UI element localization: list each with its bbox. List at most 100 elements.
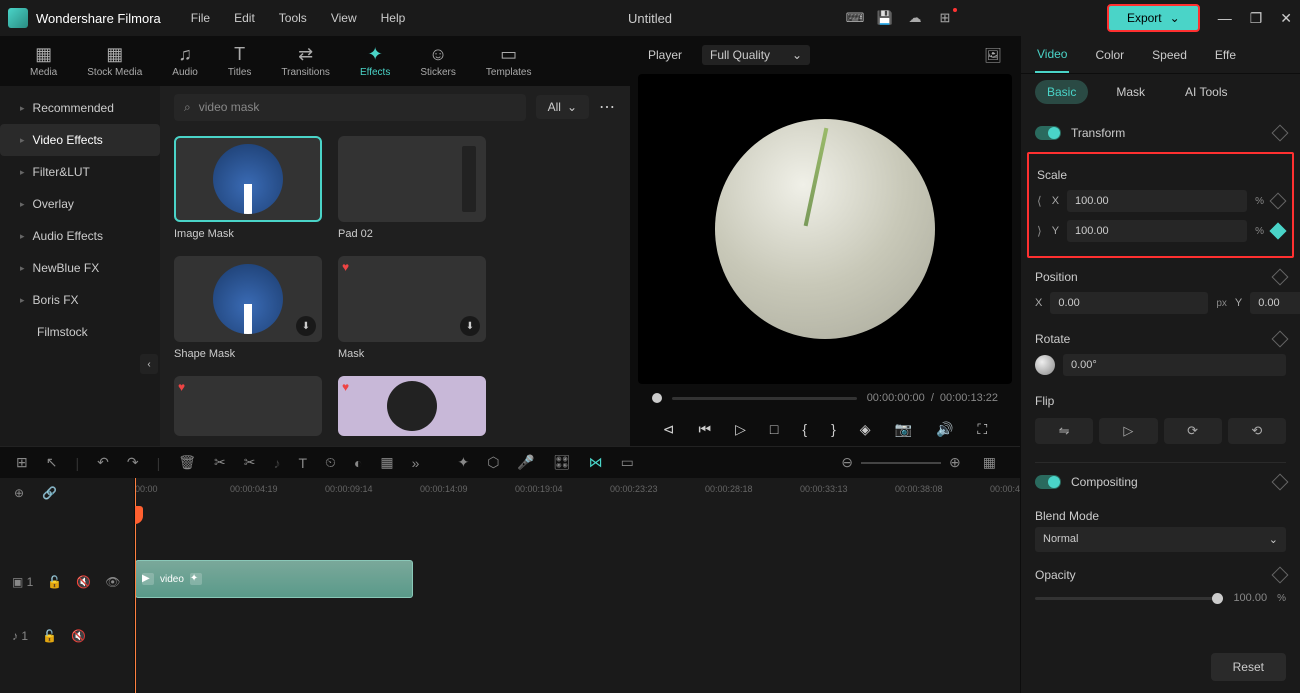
mixer-icon[interactable]: 🎛 — [553, 454, 571, 471]
zoom-in-icon[interactable]: ⊕ — [949, 454, 961, 471]
keyframe-icon[interactable] — [1270, 193, 1287, 210]
thumb-item[interactable]: ♥ — [338, 376, 486, 436]
shield-icon[interactable]: ⬡ — [487, 454, 499, 471]
keyframe-icon[interactable] — [1272, 331, 1289, 348]
tab-titles[interactable]: TTitles — [218, 40, 262, 82]
music-icon[interactable]: ♪ — [273, 455, 280, 471]
more-icon[interactable]: ⋯ — [599, 97, 616, 117]
marker-icon[interactable]: ◈ — [860, 421, 871, 438]
blend-mode-select[interactable]: Normal⌄ — [1035, 527, 1286, 552]
lock-icon[interactable]: 🔓 — [47, 575, 62, 589]
timeline-tracks[interactable]: 00:00 00:00:04:19 00:00:09:14 00:00:14:0… — [135, 478, 1020, 693]
scale-y-input[interactable] — [1067, 220, 1247, 242]
ruler[interactable]: 00:00 00:00:04:19 00:00:09:14 00:00:14:0… — [135, 478, 1020, 508]
menu-help[interactable]: Help — [381, 11, 406, 25]
subtab-mask[interactable]: Mask — [1104, 80, 1157, 104]
tab-transitions[interactable]: ⇄Transitions — [271, 40, 340, 82]
thumb-mask[interactable]: ♥⬇Mask — [338, 256, 486, 360]
fit-icon[interactable]: ▦ — [983, 454, 996, 471]
tab-speed[interactable]: Speed — [1150, 38, 1189, 72]
tab-audio[interactable]: ♫Audio — [162, 40, 208, 82]
zoom-out-icon[interactable]: ⊖ — [841, 454, 853, 471]
cloud-icon[interactable]: ☁ — [907, 10, 923, 26]
keyframe-icon[interactable] — [1272, 567, 1289, 584]
tab-effects[interactable]: ✦Effects — [350, 40, 400, 82]
mark-in-icon[interactable]: { — [802, 421, 807, 437]
tab-effect[interactable]: Effe — [1213, 38, 1238, 72]
filter-dropdown[interactable]: All⌄ — [536, 95, 589, 119]
collapse-sidebar[interactable]: ‹ — [140, 354, 158, 374]
delete-icon[interactable]: 🗑 — [178, 454, 196, 471]
camera-icon[interactable]: 📷 — [895, 421, 912, 438]
menu-edit[interactable]: Edit — [234, 11, 255, 25]
keyframe-icon[interactable] — [1272, 474, 1289, 491]
mic-icon[interactable]: 🎤 — [517, 454, 534, 471]
quality-dropdown[interactable]: Full Quality — [702, 45, 810, 65]
tab-video[interactable]: Video — [1035, 37, 1069, 73]
zoom-slider[interactable] — [861, 462, 941, 464]
reset-button[interactable]: Reset — [1211, 653, 1286, 681]
thumb-item[interactable]: ♥ — [174, 376, 322, 436]
maximize-icon[interactable]: ❐ — [1250, 10, 1263, 27]
effect-icon[interactable]: ▦ — [380, 454, 393, 471]
rotate-cw-button[interactable]: ⟳ — [1164, 418, 1222, 444]
ai-icon[interactable]: ✦ — [457, 454, 469, 471]
subtab-basic[interactable]: Basic — [1035, 80, 1088, 104]
scale-x-input[interactable] — [1067, 190, 1247, 212]
mark-out-icon[interactable]: } — [831, 421, 836, 437]
mute-icon[interactable]: 🔇 — [71, 629, 86, 643]
lock-icon[interactable]: ⟨ — [1037, 194, 1042, 208]
keyframe-icon[interactable] — [1270, 223, 1287, 240]
video-clip[interactable]: ▶ video ✦ — [135, 560, 413, 598]
group-icon[interactable]: ▭ — [621, 454, 634, 471]
flip-h-button[interactable]: ⇋ — [1035, 418, 1093, 444]
grid-icon[interactable]: ⊞ — [16, 454, 28, 471]
tab-color[interactable]: Color — [1093, 38, 1126, 72]
pointer-icon[interactable]: ↖ — [46, 454, 58, 471]
search-input[interactable]: ⌕video mask — [174, 94, 526, 121]
thumb-pad-02[interactable]: Pad 02 — [338, 136, 486, 240]
export-button[interactable]: Export ⌄ — [1107, 4, 1200, 32]
crop-icon[interactable]: ✂ — [244, 454, 256, 471]
sidebar-video-effects[interactable]: ▸Video Effects — [0, 124, 160, 156]
flip-v-button[interactable]: ▷ — [1099, 418, 1157, 444]
preview-area[interactable] — [638, 74, 1012, 384]
play-icon[interactable]: ▷ — [735, 421, 746, 438]
volume-icon[interactable]: 🔊 — [936, 421, 953, 438]
keyframe-icon[interactable] — [1272, 125, 1289, 142]
progress-track[interactable] — [672, 397, 857, 400]
menu-view[interactable]: View — [331, 11, 357, 25]
sidebar-boris-fx[interactable]: ▸Boris FX — [0, 284, 160, 316]
apps-icon[interactable]: ⊞ — [937, 10, 953, 26]
tab-media[interactable]: ▦Media — [20, 40, 67, 82]
thumb-shape-mask[interactable]: ⬇Shape Mask — [174, 256, 322, 360]
close-icon[interactable]: ✕ — [1280, 10, 1292, 27]
compositing-toggle[interactable] — [1035, 475, 1061, 489]
step-back-icon[interactable]: ⏮ — [699, 421, 712, 438]
keyframe-icon[interactable] — [1272, 269, 1289, 286]
stop-icon[interactable]: □ — [770, 421, 778, 437]
mute-icon[interactable]: 🔇 — [76, 575, 91, 589]
device-icon[interactable]: ⌨ — [847, 10, 863, 26]
minimize-icon[interactable]: — — [1218, 10, 1232, 27]
opacity-slider[interactable] — [1035, 597, 1223, 600]
snapshot-icon[interactable]: 🖼 — [984, 47, 1002, 64]
tab-stickers[interactable]: ☺Stickers — [410, 40, 466, 82]
transform-toggle[interactable] — [1035, 126, 1061, 140]
sidebar-filter-lut[interactable]: ▸Filter&LUT — [0, 156, 160, 188]
prev-frame-icon[interactable]: ⊲ — [663, 421, 675, 438]
sidebar-newblue-fx[interactable]: ▸NewBlue FX — [0, 252, 160, 284]
undo-icon[interactable]: ↶ — [97, 454, 109, 471]
playhead[interactable] — [135, 478, 136, 693]
progress-handle[interactable] — [652, 393, 662, 403]
color-icon[interactable]: ◐ — [354, 455, 362, 471]
rotate-knob[interactable] — [1035, 355, 1055, 375]
audio-track-head[interactable]: ♪ 1 🔓 🔇 — [0, 616, 134, 656]
rotate-input[interactable] — [1063, 354, 1286, 376]
menu-tools[interactable]: Tools — [279, 11, 307, 25]
snap-icon[interactable]: ⋈ — [589, 454, 603, 471]
sidebar-audio-effects[interactable]: ▸Audio Effects — [0, 220, 160, 252]
eye-icon[interactable]: 👁 — [105, 575, 120, 589]
more-icon[interactable]: » — [412, 455, 420, 471]
save-icon[interactable]: 💾 — [877, 10, 893, 26]
